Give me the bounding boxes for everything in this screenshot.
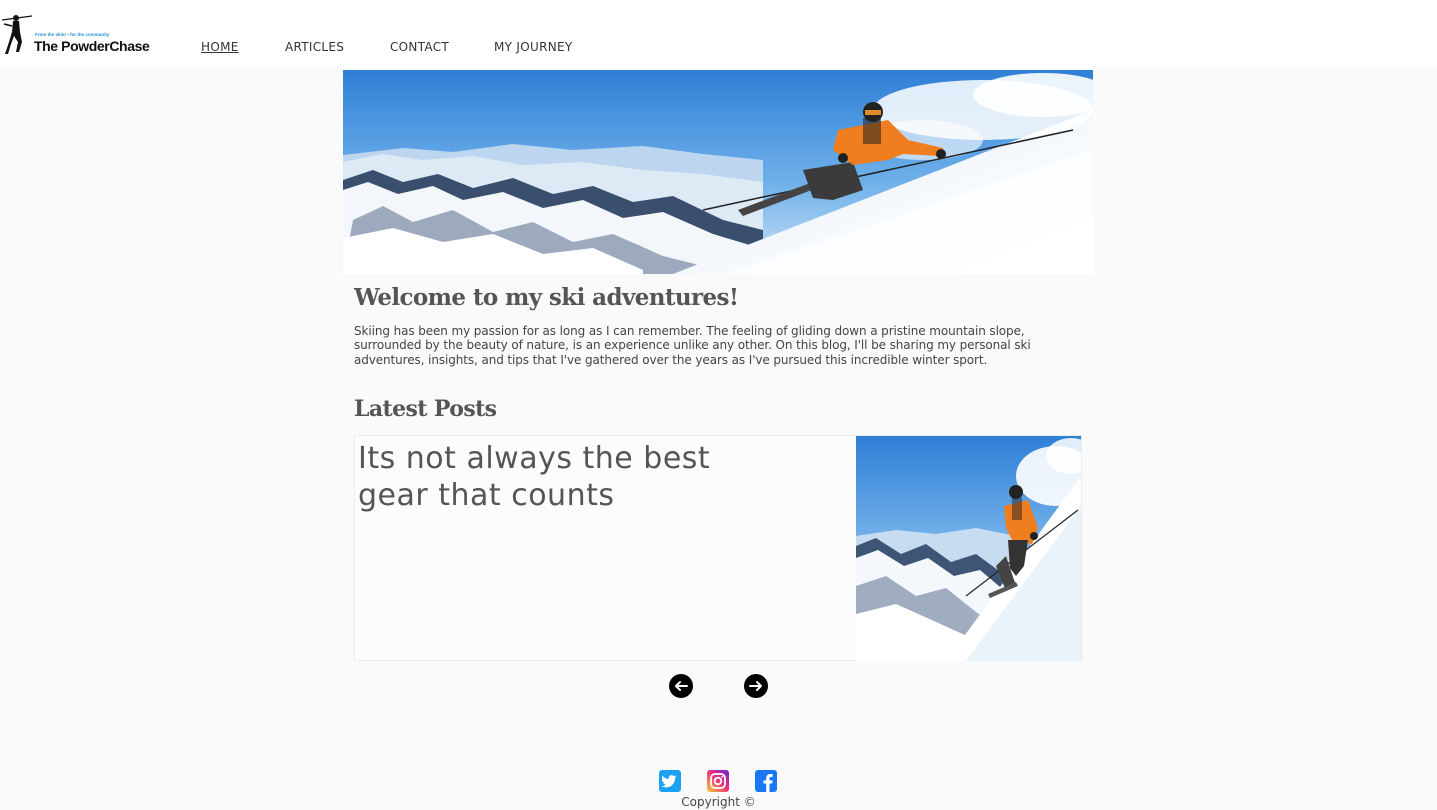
header: From the skier • for the community The P… [0, 0, 1437, 68]
arrow-left-icon [675, 681, 688, 691]
instagram-icon [710, 773, 726, 789]
logo-tagline: From the skier • for the community [35, 32, 110, 37]
nav-home[interactable]: HOME [201, 40, 239, 54]
facebook-icon [763, 774, 773, 792]
facebook-link[interactable] [755, 770, 777, 792]
welcome-title: Welcome to my ski adventures! [354, 284, 739, 311]
twitter-icon [661, 775, 677, 788]
nav-contact[interactable]: CONTACT [390, 40, 449, 54]
intro-text: Skiing has been my passion for as long a… [354, 324, 1031, 367]
logo[interactable]: From the skier • for the community The P… [0, 14, 160, 56]
post-card[interactable]: Its not always the best gear that counts [354, 435, 1082, 661]
nav-my-journey[interactable]: MY JOURNEY [494, 40, 573, 54]
arrow-right-icon [749, 681, 762, 691]
copyright: Copyright © [681, 795, 756, 809]
latest-posts-title: Latest Posts [354, 396, 497, 422]
carousel-next-button[interactable] [744, 674, 768, 698]
twitter-link[interactable] [659, 770, 681, 792]
hero-image [343, 70, 1093, 274]
skier-logo-icon [1, 15, 33, 54]
nav-articles[interactable]: ARTICLES [285, 40, 344, 54]
post-title[interactable]: Its not always the best gear that counts [358, 440, 738, 514]
carousel-prev-button[interactable] [669, 674, 693, 698]
post-image[interactable] [856, 436, 1081, 661]
logo-brand: The PowderChase [34, 38, 150, 54]
instagram-link[interactable] [707, 770, 729, 792]
